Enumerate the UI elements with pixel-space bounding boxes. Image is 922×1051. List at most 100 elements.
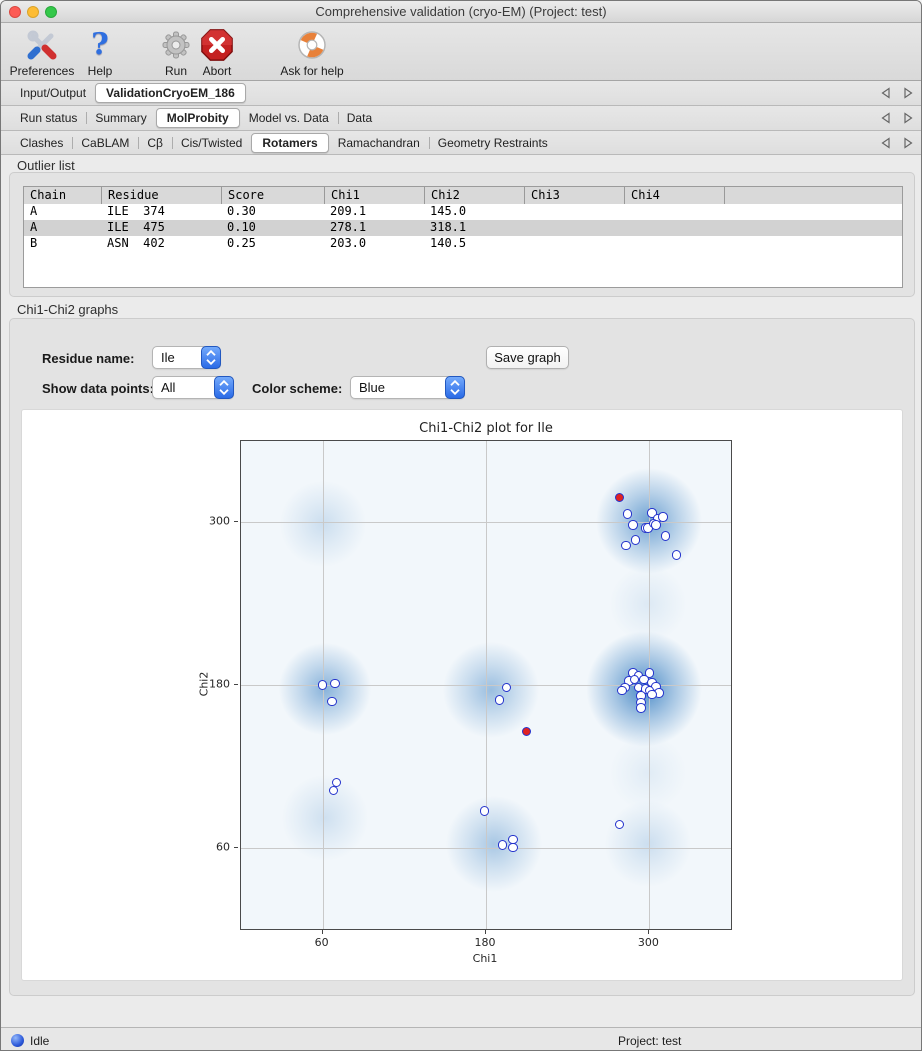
toolbar: Preferences ? Help (1, 23, 921, 81)
tab-geometry-restraints[interactable]: Geometry Restraints (429, 133, 557, 153)
tabrow-validation-sections: Run statusSummaryMolProbityModel vs. Dat… (1, 106, 921, 131)
tab-model-vs-data[interactable]: Model vs. Data (240, 108, 338, 128)
help-button[interactable]: ? Help (81, 26, 119, 78)
run-button[interactable]: Run (157, 26, 195, 78)
cell-chain: B (24, 236, 101, 252)
data-point (651, 520, 661, 530)
column-header-chi2[interactable]: Chi2 (424, 187, 524, 204)
chevron-up-down-icon (201, 346, 221, 369)
cell-residue: ILE 374 (101, 204, 221, 220)
density-blob (441, 640, 541, 740)
gear-icon (159, 26, 193, 64)
tab-c-[interactable]: Cβ (138, 133, 172, 153)
color-scheme-select[interactable]: Blue (350, 376, 465, 399)
cell-chi3 (524, 204, 624, 220)
question-mark-icon: ? (91, 26, 109, 64)
cell-chi1: 209.1 (324, 204, 424, 220)
tab-molprobity[interactable]: MolProbity (156, 108, 240, 128)
cell-chain: A (24, 204, 101, 220)
tab-cis-twisted[interactable]: Cis/Twisted (172, 133, 251, 153)
data-point (636, 703, 646, 713)
outlier-list-groupbox: ChainResidueScoreChi1Chi2Chi3Chi4 AILE 3… (9, 172, 915, 297)
data-point (647, 690, 657, 700)
cell-chi4 (624, 204, 724, 220)
abort-button[interactable]: Abort (195, 26, 239, 78)
x-tick (485, 930, 486, 934)
scroll-tabs-left-icon[interactable] (881, 112, 890, 124)
tab-ramachandran[interactable]: Ramachandran (329, 133, 429, 153)
scroll-tabs-left-icon[interactable] (881, 137, 890, 149)
show-data-points-label: Show data points: (42, 381, 154, 396)
column-header-residue[interactable]: Residue (101, 187, 221, 204)
residue-name-value: Ile (153, 350, 175, 365)
tab-rotamers[interactable]: Rotamers (251, 133, 328, 153)
table-row[interactable]: AILE 4750.10278.1318.1 (24, 220, 902, 236)
table-row[interactable]: AILE 3740.30209.1145.0 (24, 204, 902, 220)
data-point (327, 697, 337, 707)
scroll-tabs-right-icon[interactable] (904, 137, 913, 149)
tab-run-status[interactable]: Run status (11, 108, 86, 128)
column-header-chi4[interactable]: Chi4 (624, 187, 724, 204)
ask-for-help-button[interactable]: Ask for help (273, 26, 351, 78)
show-data-points-select[interactable]: All (152, 376, 234, 399)
column-header-chi1[interactable]: Chi1 (324, 187, 424, 204)
color-scheme-value: Blue (351, 380, 385, 395)
save-graph-button[interactable]: Save graph (486, 346, 569, 369)
data-point (661, 531, 671, 541)
cell-chi1: 278.1 (324, 220, 424, 236)
y-tick (234, 847, 238, 848)
density-blob (280, 773, 370, 863)
column-header-chi3[interactable]: Chi3 (524, 187, 624, 204)
data-point (658, 512, 668, 522)
status-indicator-icon (11, 1034, 24, 1047)
data-point (318, 680, 328, 690)
residue-name-select[interactable]: Ile (152, 346, 221, 369)
cell-chi2: 140.5 (424, 236, 524, 252)
scroll-tabs-right-icon[interactable] (904, 87, 913, 99)
column-header-score[interactable]: Score (221, 187, 324, 204)
lifebuoy-icon (295, 26, 329, 64)
outlier-point (522, 727, 531, 736)
ask-for-help-label: Ask for help (280, 64, 343, 78)
help-label: Help (88, 64, 113, 78)
app-window: Comprehensive validation (cryo-EM) (Proj… (0, 0, 922, 1051)
cell-score: 0.10 (221, 220, 324, 236)
data-point (631, 535, 641, 545)
plot-title: Chi1-Chi2 plot for Ile (419, 421, 553, 436)
scroll-tabs-right-icon[interactable] (904, 112, 913, 124)
y-tick-label: 300 (209, 515, 230, 528)
outlier-table-body: AILE 3740.30209.1145.0AILE 4750.10278.13… (24, 204, 902, 252)
project-label: Project: test (618, 1034, 681, 1048)
cell-chi3 (524, 220, 624, 236)
column-header-chain[interactable]: Chain (24, 187, 101, 204)
color-scheme-label: Color scheme: (252, 381, 342, 396)
crossed-tools-icon (24, 26, 60, 64)
tab-data[interactable]: Data (338, 108, 381, 128)
scroll-tabs-left-icon[interactable] (881, 87, 890, 99)
residue-name-label: Residue name: (42, 351, 134, 366)
x-tick-label: 180 (475, 936, 496, 949)
graphs-section-label: Chi1-Chi2 graphs (17, 302, 118, 317)
table-row[interactable]: BASN 4020.25203.0140.5 (24, 236, 902, 252)
show-data-points-value: All (153, 380, 175, 395)
outlier-table[interactable]: ChainResidueScoreChi1Chi2Chi3Chi4 AILE 3… (23, 186, 903, 288)
preferences-button[interactable]: Preferences (3, 26, 81, 78)
plot-axes (240, 440, 732, 930)
data-point (621, 541, 631, 551)
tab-summary[interactable]: Summary (86, 108, 155, 128)
chevron-up-down-icon (214, 376, 234, 399)
window-title: Comprehensive validation (cryo-EM) (Proj… (1, 4, 921, 19)
tab-cablam[interactable]: CaBLAM (72, 133, 138, 153)
preferences-label: Preferences (10, 64, 75, 78)
abort-label: Abort (203, 64, 232, 78)
chi1-chi2-plot-panel: Chi1-Chi2 plot for Ile 6018030060180300C… (21, 409, 903, 981)
x-axis-label: Chi1 (473, 952, 498, 965)
density-blob (608, 564, 688, 644)
cell-chi2: 145.0 (424, 204, 524, 220)
tab-clashes[interactable]: Clashes (11, 133, 72, 153)
tab-input-output[interactable]: Input/Output (11, 83, 95, 103)
tab-validationcryoem-186[interactable]: ValidationCryoEM_186 (95, 83, 246, 103)
y-tick (234, 521, 238, 522)
data-point (330, 679, 340, 689)
density-blob (444, 794, 544, 894)
